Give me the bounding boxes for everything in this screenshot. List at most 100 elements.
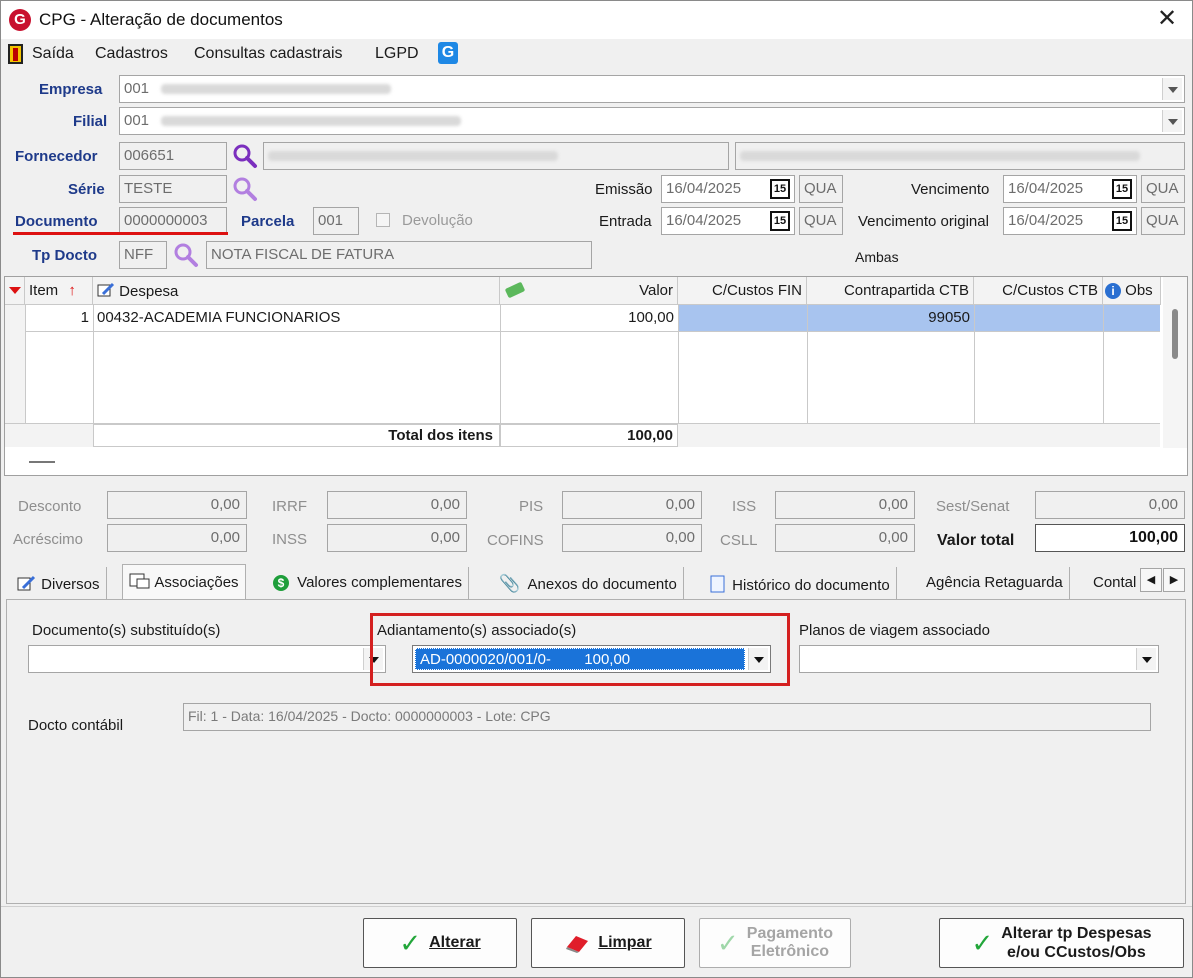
money-icon bbox=[505, 282, 525, 298]
search-icon[interactable] bbox=[232, 176, 258, 202]
fornecedor-name-redacted bbox=[268, 151, 558, 162]
tab-contal[interactable]: Contal bbox=[1087, 567, 1141, 599]
pagamento-eletronico-button[interactable]: ✓ Pagamento Eletrônico bbox=[699, 918, 851, 968]
limpar-button-label: Limpar bbox=[598, 934, 652, 951]
grid-scrollbar[interactable] bbox=[1163, 277, 1187, 448]
menu-consultas-cadastrais[interactable]: Consultas cadastrais bbox=[194, 45, 343, 63]
documento-input[interactable]: 0000000003 bbox=[119, 207, 227, 235]
alterar-tp-despesas-button[interactable]: ✓ Alterar tp Despesas e/ou CCustos/Obs bbox=[939, 918, 1184, 968]
grid-line bbox=[25, 305, 26, 423]
irrf-label: IRRF bbox=[272, 498, 307, 515]
info-icon: i bbox=[1105, 283, 1121, 299]
serie-label: Série bbox=[68, 181, 105, 198]
calendar-icon[interactable]: 15 bbox=[770, 179, 790, 199]
vencimento-original-date-input[interactable]: 16/04/2025 15 bbox=[1003, 207, 1137, 235]
cofins-label: COFINS bbox=[487, 532, 544, 549]
fornecedor-code-input[interactable]: 006651 bbox=[119, 142, 227, 170]
planos-viagem-label: Planos de viagem associado bbox=[799, 622, 990, 639]
vencimento-date-input[interactable]: 16/04/2025 15 bbox=[1003, 175, 1137, 203]
col-header-item[interactable]: Item ↑ bbox=[25, 277, 93, 305]
tp-docto-description-field: NOTA FISCAL DE FATURA bbox=[206, 241, 592, 269]
menu-cadastros[interactable]: Cadastros bbox=[95, 45, 168, 63]
adiantamentos-select[interactable]: AD-0000020/001/0- 100,00 bbox=[412, 645, 771, 673]
valor-total-label: Valor total bbox=[937, 532, 1015, 549]
col-header-despesa-label: Despesa bbox=[119, 283, 179, 300]
close-button[interactable]: ✕ bbox=[1149, 3, 1185, 37]
exit-door-icon[interactable] bbox=[8, 44, 23, 64]
fornecedor-name-field bbox=[263, 142, 729, 170]
splitter-handle[interactable] bbox=[29, 461, 55, 463]
emissao-date-value: 16/04/2025 bbox=[666, 180, 742, 197]
pis-field: 0,00 bbox=[562, 491, 702, 519]
search-icon[interactable] bbox=[173, 242, 199, 268]
filial-code: 001 bbox=[124, 112, 150, 129]
footer-divider bbox=[1, 906, 1192, 907]
fornecedor-label: Fornecedor bbox=[15, 148, 98, 165]
col-header-obs[interactable]: i Obs bbox=[1103, 277, 1161, 305]
inss-field: 0,00 bbox=[327, 524, 467, 552]
col-header-ccustos-fin[interactable]: C/Custos FIN bbox=[678, 277, 807, 305]
chevron-down-icon[interactable] bbox=[1162, 110, 1182, 132]
limpar-button[interactable]: Limpar bbox=[531, 918, 685, 968]
menu-saida[interactable]: Saída bbox=[32, 45, 74, 63]
table-row[interactable]: 1 bbox=[25, 305, 93, 332]
scrollbar-thumb[interactable] bbox=[1172, 309, 1178, 359]
serie-input[interactable]: TESTE bbox=[119, 175, 227, 203]
parcela-input[interactable]: 001 bbox=[313, 207, 359, 235]
parcela-label: Parcela bbox=[241, 213, 295, 230]
calendar-icon[interactable]: 15 bbox=[770, 211, 790, 231]
inss-label: INSS bbox=[272, 531, 308, 548]
col-header-despesa[interactable]: Despesa bbox=[93, 277, 500, 305]
g-app-icon[interactable]: G bbox=[438, 42, 458, 64]
chevron-down-icon[interactable] bbox=[1136, 648, 1156, 670]
tab-anexos-documento[interactable]: 📎 Anexos do documento bbox=[493, 567, 684, 599]
app-logo-icon: G bbox=[9, 9, 31, 31]
menu-lgpd[interactable]: LGPD bbox=[375, 45, 419, 63]
tp-docto-code-input[interactable]: NFF bbox=[119, 241, 167, 269]
doc-substituidos-select[interactable] bbox=[28, 645, 386, 673]
tab-agencia-retaguarda[interactable]: Agência Retaguarda bbox=[920, 567, 1070, 599]
entrada-date-input[interactable]: 16/04/2025 15 bbox=[661, 207, 795, 235]
search-icon[interactable] bbox=[232, 143, 258, 169]
emissao-date-input[interactable]: 16/04/2025 15 bbox=[661, 175, 795, 203]
tab-scroll-left-button[interactable]: ◀ bbox=[1140, 568, 1162, 592]
devolucao-checkbox[interactable] bbox=[376, 213, 390, 227]
tab-associacoes-label: Associações bbox=[154, 574, 239, 591]
table-row[interactable] bbox=[974, 305, 1103, 332]
planos-viagem-select[interactable] bbox=[799, 645, 1159, 673]
alterar-button[interactable]: ✓ Alterar bbox=[363, 918, 517, 968]
pagamento-line1: Pagamento bbox=[746, 925, 834, 942]
col-header-ccustos-ctb[interactable]: C/Custos CTB bbox=[974, 277, 1103, 305]
col-header-contrapartida[interactable]: Contrapartida CTB bbox=[807, 277, 974, 305]
check-icon: ✓ bbox=[399, 928, 422, 958]
filial-select[interactable]: 001 bbox=[119, 107, 1185, 135]
col-header-valor[interactable]: Valor bbox=[500, 277, 678, 305]
vencimento-date-value: 16/04/2025 bbox=[1008, 180, 1084, 197]
table-row[interactable] bbox=[678, 305, 807, 332]
desconto-field: 0,00 bbox=[107, 491, 247, 519]
doc-substituidos-label: Documento(s) substituído(s) bbox=[32, 622, 221, 639]
table-row[interactable]: 100,00 bbox=[500, 305, 678, 332]
table-row[interactable]: 99050 bbox=[807, 305, 974, 332]
empresa-select[interactable]: 001 bbox=[119, 75, 1185, 103]
emissao-label: Emissão bbox=[595, 181, 653, 198]
tab-scroll-right-button[interactable]: ▶ bbox=[1163, 568, 1185, 592]
entrada-date-value: 16/04/2025 bbox=[666, 212, 742, 229]
link-window-icon bbox=[129, 573, 150, 589]
filial-name-redacted bbox=[161, 116, 462, 127]
vencimento-label: Vencimento bbox=[911, 181, 990, 198]
items-grid: Item ↑ Despesa Valor C/Custos FIN Contra… bbox=[4, 276, 1188, 476]
desconto-label: Desconto bbox=[18, 498, 82, 515]
chevron-down-icon[interactable] bbox=[748, 648, 768, 670]
tab-historico-documento[interactable]: Histórico do documento bbox=[702, 567, 897, 599]
calendar-icon[interactable]: 15 bbox=[1112, 179, 1132, 199]
vencimento-weekday: QUA bbox=[1141, 175, 1185, 203]
table-row[interactable] bbox=[1103, 305, 1160, 332]
chevron-down-icon[interactable] bbox=[1162, 78, 1182, 100]
calendar-icon[interactable]: 15 bbox=[1112, 211, 1132, 231]
iss-field: 0,00 bbox=[775, 491, 915, 519]
table-row[interactable]: 00432-ACADEMIA FUNCIONARIOS bbox=[93, 305, 500, 332]
tab-associacoes[interactable]: Associações bbox=[122, 564, 246, 600]
tab-valores-complementares[interactable]: $ Valores complementares bbox=[267, 567, 469, 599]
tab-diversos[interactable]: Diversos bbox=[11, 567, 107, 599]
